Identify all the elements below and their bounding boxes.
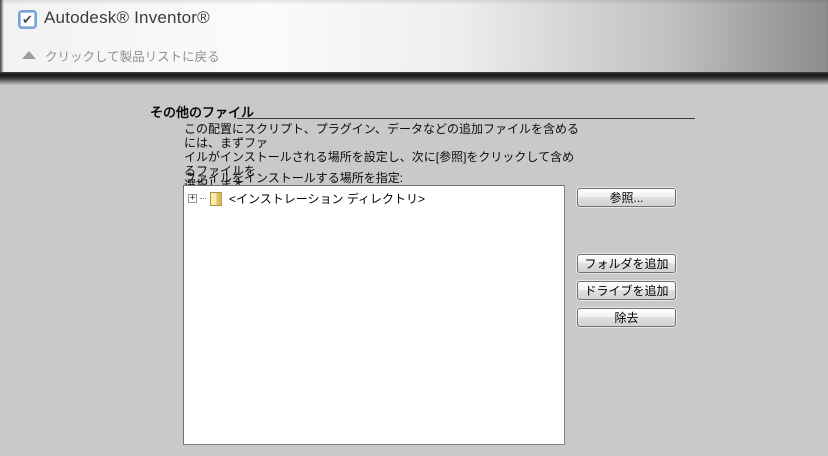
add-drive-button[interactable]: ドライブを追加 [577, 281, 676, 300]
tree-connector [200, 198, 206, 199]
checkmark-icon: ✔ [22, 12, 33, 27]
back-link-label: クリックして製品リストに戻る [45, 49, 220, 64]
add-folder-button[interactable]: フォルダを追加 [577, 254, 676, 273]
additional-files-panel: その他のファイル この配置にスクリプト、プラグイン、データなどの追加ファイルを含… [0, 85, 828, 456]
section-rule [237, 118, 695, 119]
installer-window: ✔ Autodesk® Inventor® クリックして製品リストに戻る その他… [0, 0, 828, 456]
expand-plus-icon[interactable]: + [188, 194, 197, 203]
header-shadow-divider [0, 72, 828, 85]
product-title: Autodesk® Inventor® [44, 8, 210, 27]
tree-item-label[interactable]: <インストレーション ディレクトリ> [226, 190, 425, 207]
tree-item-installation-directory[interactable]: + <インストレーション ディレクトリ> [184, 186, 564, 207]
triangle-up-icon [22, 51, 36, 59]
product-checkbox[interactable]: ✔ [18, 10, 37, 29]
description-line: この配置にスクリプト、プラグイン、データなどの追加ファイルを含めるには、まずファ [184, 122, 580, 150]
install-location-tree[interactable]: + <インストレーション ディレクトリ> [183, 185, 565, 445]
header-left-edge-shade [0, 0, 4, 72]
browse-button[interactable]: 参照... [577, 188, 676, 207]
header: ✔ Autodesk® Inventor® クリックして製品リストに戻る [0, 0, 828, 72]
back-to-product-list-link[interactable]: クリックして製品リストに戻る [22, 47, 220, 64]
folder-icon [210, 191, 222, 206]
install-location-label: ファイルをインストールする場所を指定: [184, 171, 404, 185]
remove-button[interactable]: 除去 [577, 308, 676, 327]
